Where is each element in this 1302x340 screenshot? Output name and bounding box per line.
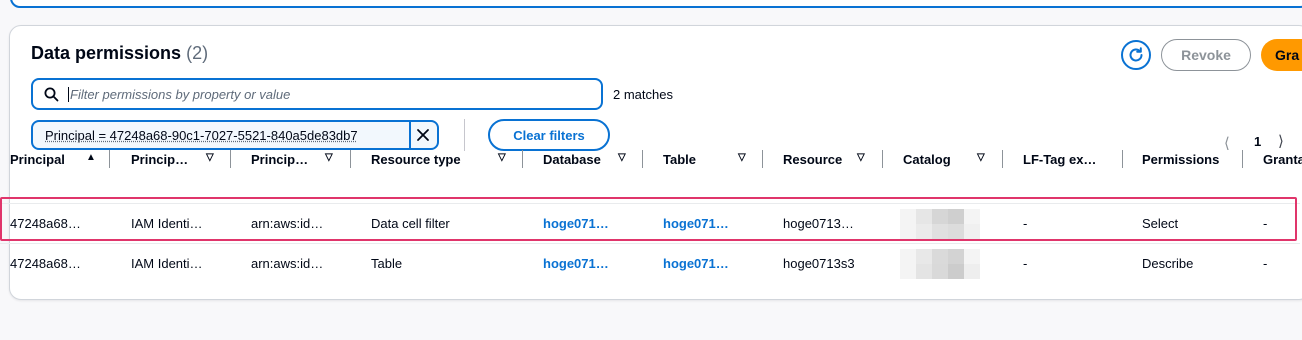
column-header-resource[interactable]: Resource ▽	[783, 150, 883, 168]
column-divider[interactable]	[230, 150, 231, 168]
column-header-database[interactable]: Database ▽	[543, 150, 643, 168]
column-divider[interactable]	[1002, 150, 1003, 168]
sort-icon[interactable]: ▽	[325, 152, 333, 163]
column-header-principal-type[interactable]: Princip… ▽	[131, 150, 231, 168]
clear-filters-button[interactable]: Clear filters	[488, 119, 610, 151]
matches-count: 2 matches	[613, 87, 673, 102]
column-divider[interactable]	[350, 150, 351, 168]
revoke-button[interactable]: Revoke	[1161, 39, 1251, 71]
close-icon[interactable]	[415, 127, 431, 143]
previous-panel-edge	[10, 0, 1302, 8]
search-input[interactable]	[70, 82, 590, 106]
search-field[interactable]	[31, 78, 603, 110]
column-header-principal-arn[interactable]: Princip… ▽	[251, 150, 351, 168]
cell-resource: hoge0713s3	[783, 256, 855, 271]
redacted-catalog-value	[900, 249, 980, 279]
page-title: Data permissions (2)	[31, 43, 209, 63]
table-row[interactable]: 47248a68… IAM Identi… arn:aws:id… Table …	[0, 244, 1302, 284]
column-divider[interactable]	[522, 150, 523, 168]
chevron-right-icon[interactable]: ⟩	[1278, 132, 1284, 150]
column-header-lf-tag[interactable]: LF-Tag ex…	[1023, 150, 1123, 168]
column-divider[interactable]	[882, 150, 883, 168]
cell-permissions: Describe	[1142, 256, 1194, 271]
cell-principal-type: IAM Identi…	[131, 256, 203, 271]
database-link[interactable]: hoge071…	[543, 256, 609, 271]
column-header-table[interactable]: Table ▽	[663, 150, 763, 168]
sort-ascending-icon[interactable]: ▲	[86, 152, 96, 163]
table-link[interactable]: hoge071…	[663, 256, 729, 271]
refresh-button[interactable]	[1121, 40, 1151, 70]
sort-icon[interactable]: ▽	[206, 152, 214, 163]
column-header-resource-type[interactable]: Resource type ▽	[371, 150, 523, 168]
column-divider[interactable]	[109, 150, 110, 168]
column-header-catalog[interactable]: Catalog ▽	[903, 150, 1003, 168]
token-divider	[409, 122, 411, 148]
permissions-count: (2)	[186, 43, 209, 63]
sort-icon[interactable]: ▽	[977, 152, 985, 163]
sort-icon[interactable]: ▽	[498, 152, 506, 163]
filter-token-label[interactable]: Principal = 47248a68-90c1-7027-5521-840a…	[45, 128, 358, 143]
sort-icon[interactable]: ▽	[738, 152, 746, 163]
filter-token[interactable]: Principal = 47248a68-90c1-7027-5521-840a…	[31, 120, 439, 150]
sort-icon[interactable]: ▽	[857, 152, 865, 163]
column-header-permissions[interactable]: Permissions	[1142, 150, 1243, 168]
sort-icon[interactable]: ▽	[618, 152, 626, 163]
cell-resource-type: Table	[371, 256, 403, 271]
pagination-current-page[interactable]: 1	[1254, 134, 1261, 149]
column-divider[interactable]	[1122, 150, 1123, 168]
cell-lf-tag: -	[1023, 256, 1028, 271]
text-caret	[68, 87, 69, 102]
cell-principal: 47248a68…	[10, 256, 81, 271]
column-header-grantable[interactable]: Granta	[1263, 150, 1302, 168]
cell-grantable: -	[1263, 256, 1268, 271]
cell-principal-arn: arn:aws:id…	[251, 256, 324, 271]
column-divider[interactable]	[642, 150, 643, 168]
column-header-principal[interactable]: Principal ▲	[10, 150, 110, 168]
search-icon	[44, 87, 59, 102]
row-highlight-annotation	[0, 197, 1297, 241]
toolbar-divider	[464, 119, 465, 151]
grant-button[interactable]: Gra	[1261, 39, 1302, 71]
column-divider[interactable]	[1242, 150, 1243, 168]
column-divider[interactable]	[762, 150, 763, 168]
refresh-icon	[1129, 47, 1143, 62]
